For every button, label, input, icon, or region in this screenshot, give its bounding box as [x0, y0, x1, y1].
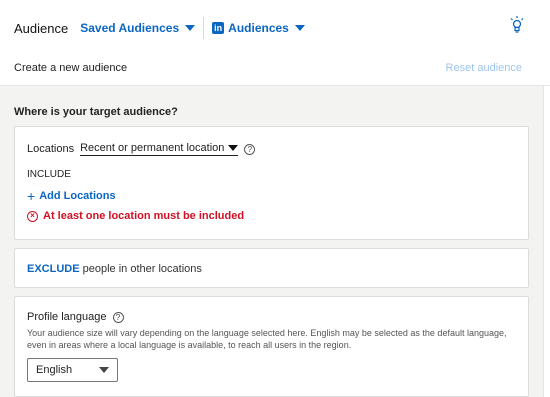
location-error: × At least one location must be included [27, 210, 244, 222]
chevron-down-icon [228, 145, 239, 151]
reset-audience-button[interactable]: Reset audience [446, 62, 522, 74]
locations-row: Locations Recent or permanent location ? [27, 142, 256, 156]
add-locations-label: Add Locations [39, 190, 116, 202]
profile-language-description: Your audience size will vary depending o… [27, 328, 507, 350]
chevron-down-icon [99, 367, 109, 373]
exclude-row: EXCLUDE people in other locations [27, 263, 202, 275]
target-question: Where is your target audience? [14, 106, 178, 118]
location-type-dropdown[interactable]: Recent or permanent location [80, 142, 239, 156]
chevron-down-icon [294, 25, 305, 31]
linkedin-icon: in [212, 22, 225, 34]
create-audience-text: Create a new audience [14, 61, 128, 74]
plus-icon: + [27, 187, 36, 204]
chevron-down-icon [185, 25, 196, 31]
audience-header: Audience Saved Audiences in Audiences [0, 0, 550, 56]
profile-language-title: Profile language [27, 311, 107, 323]
help-icon[interactable]: ? [112, 311, 124, 323]
locations-card: Locations Recent or permanent location ?… [14, 126, 529, 240]
locations-label: Locations [27, 143, 75, 155]
saved-audiences-dropdown[interactable]: Saved Audiences [80, 21, 196, 35]
error-text: At least one location must be included [43, 210, 245, 222]
include-label: INCLUDE [27, 169, 71, 180]
targeting-panel: Where is your target audience? Locations… [0, 86, 544, 397]
profile-language-card: Profile language ? Your audience size wi… [14, 296, 529, 397]
audiences-label: Audiences [228, 21, 289, 35]
lightbulb-icon[interactable] [510, 16, 524, 39]
audiences-dropdown[interactable]: in Audiences [212, 21, 305, 35]
divider [203, 17, 205, 39]
subheader: Create a new audience Reset audience [0, 50, 550, 86]
add-locations-button[interactable]: + Add Locations [27, 187, 116, 204]
exclude-text: people in other locations [79, 263, 202, 275]
exclude-link[interactable]: EXCLUDE [27, 263, 80, 275]
help-icon[interactable]: ? [244, 143, 256, 155]
error-icon: × [27, 210, 38, 222]
location-type-value: Recent or permanent location [80, 142, 225, 154]
page-title: Audience [14, 20, 69, 36]
profile-language-title-row: Profile language ? [27, 311, 124, 323]
language-select[interactable]: English [27, 358, 118, 382]
language-select-value: English [36, 364, 73, 376]
saved-audiences-label: Saved Audiences [80, 21, 180, 35]
exclude-card: EXCLUDE people in other locations [14, 248, 529, 288]
